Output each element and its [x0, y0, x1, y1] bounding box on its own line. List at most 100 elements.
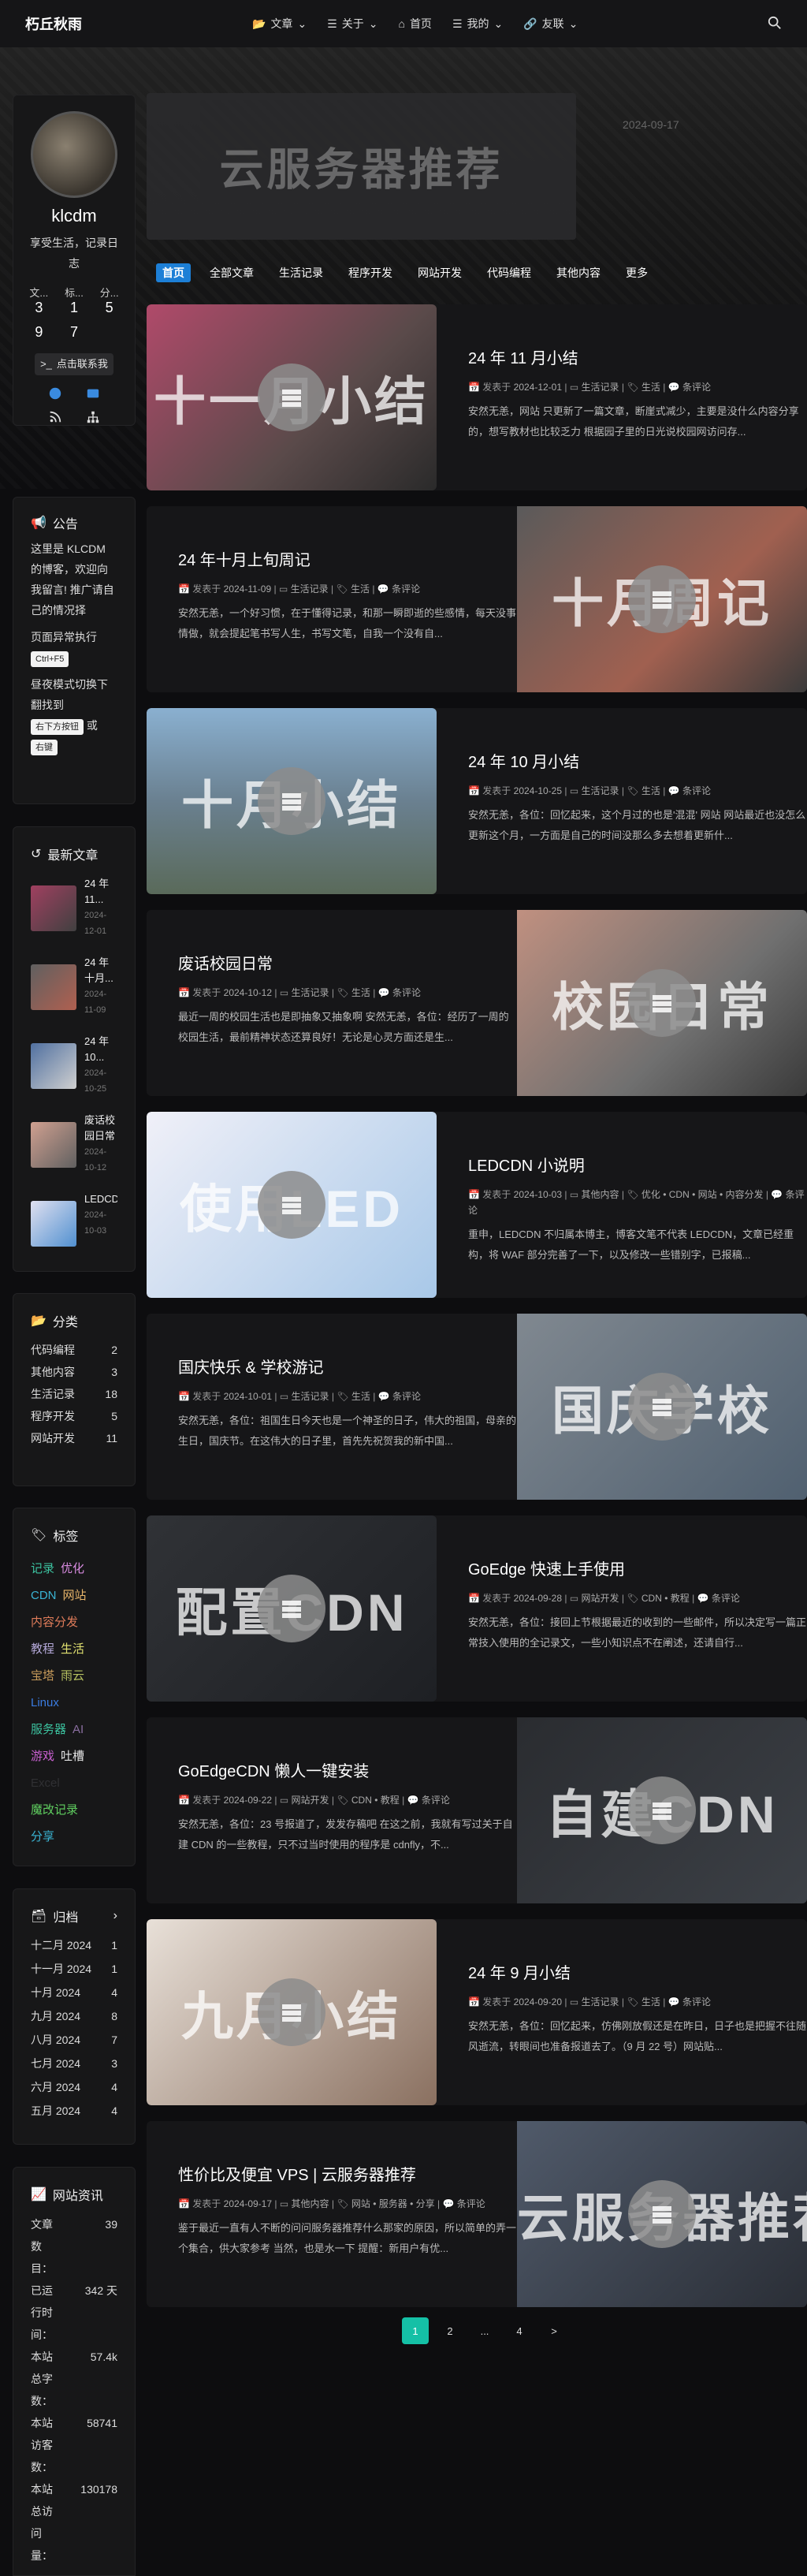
avatar[interactable]	[31, 111, 117, 198]
post-category[interactable]: 生活记录	[292, 1391, 329, 1402]
recent-post-item[interactable]: 废话校园日常 2024-10-12	[31, 1113, 117, 1179]
tag-item[interactable]: 内容分发	[31, 1616, 78, 1629]
post-tags[interactable]: 网站 • 服务器 • 分享	[351, 2198, 435, 2209]
page-2[interactable]: ...	[471, 2317, 498, 2344]
page-3[interactable]: 4	[506, 2317, 533, 2344]
tab-2[interactable]: 生活记录	[273, 263, 329, 282]
post-category[interactable]: 生活记录	[582, 382, 619, 393]
stat-item[interactable]: 分... 5	[91, 285, 127, 316]
post-cover-image[interactable]: 十一月小结	[147, 304, 437, 490]
post-cover-image[interactable]: 配置CDN	[147, 1515, 437, 1702]
recent-post-item[interactable]: 24 年 10... 2024-10-25	[31, 1034, 117, 1100]
page-1[interactable]: 2	[437, 2317, 463, 2344]
tag-item[interactable]: 生活	[61, 1642, 84, 1656]
post-category[interactable]: 生活记录	[292, 987, 329, 998]
post-comments[interactable]: 条评论	[392, 987, 421, 998]
category-item[interactable]: 生活记录 18	[31, 1384, 117, 1404]
post-card[interactable]: 使用LED LEDCDN 小说明 📅 发表于 2024-10-03 | ▭ 其他内容…	[147, 1112, 807, 1298]
post-tags[interactable]: 生活	[351, 987, 370, 998]
tag-item[interactable]: 雨云	[61, 1669, 84, 1683]
stat-item[interactable]: 7	[57, 324, 92, 341]
post-cover-image[interactable]: 十月周记	[517, 506, 807, 692]
post-title[interactable]: 废话校园日常	[178, 951, 517, 974]
stat-item[interactable]: 标... 1	[57, 285, 92, 316]
nav-item-3[interactable]: ☰ 我的 ⌄	[452, 16, 503, 32]
mail-icon[interactable]	[86, 386, 100, 401]
post-tags[interactable]: CDN • 教程	[642, 1593, 690, 1604]
post-cover-image[interactable]: 九月小结	[147, 1919, 437, 2105]
archive-item[interactable]: 十一月 2024 1	[31, 1957, 117, 1981]
post-cover-image[interactable]: 自建CDN	[517, 1717, 807, 1903]
tab-1[interactable]: 全部文章	[203, 263, 260, 282]
post-tags[interactable]: 生活	[351, 1391, 370, 1402]
post-card[interactable]: 配置CDN GoEdge 快速上手使用 📅 发表于 2024-09-28 | ▭ 网…	[147, 1515, 807, 1702]
post-category[interactable]: 其他内容	[292, 2198, 329, 2209]
post-comments[interactable]: 条评论	[457, 2198, 485, 2209]
recent-post-item[interactable]: LEDCDN... 2024-10-03	[31, 1191, 117, 1258]
tag-item[interactable]: 宝塔	[31, 1669, 54, 1683]
recent-post-item[interactable]: 24 年 11... 2024-12-01	[31, 876, 117, 942]
post-comments[interactable]: 条评论	[392, 583, 420, 595]
post-tags[interactable]: 生活	[642, 382, 660, 393]
tag-item[interactable]: 优化	[61, 1562, 84, 1575]
tag-item[interactable]: CDN	[31, 1589, 57, 1602]
post-comments[interactable]: 条评论	[392, 1391, 421, 1402]
stat-item[interactable]: 9	[21, 324, 57, 341]
post-cover-image[interactable]: 云服务器推荐	[517, 2121, 807, 2307]
tab-6[interactable]: 其他内容	[550, 263, 607, 282]
category-item[interactable]: 网站开发 11	[31, 1428, 117, 1448]
post-category[interactable]: 生活记录	[582, 785, 619, 796]
archive-item[interactable]: 六月 2024 4	[31, 2075, 117, 2099]
chevron-right-icon[interactable]: ›	[113, 1909, 117, 1923]
archive-item[interactable]: 七月 2024 3	[31, 2052, 117, 2075]
post-title[interactable]: GoEdge 快速上手使用	[468, 1556, 807, 1579]
recent-post-item[interactable]: 24 年十月... 2024-11-09	[31, 955, 117, 1021]
tag-item[interactable]: Linux	[31, 1696, 59, 1709]
post-cover-image[interactable]: 使用LED	[147, 1112, 437, 1298]
nav-item-0[interactable]: 📂 文章 ⌄	[252, 16, 307, 32]
post-comments[interactable]: 条评论	[682, 1996, 711, 2007]
post-title[interactable]: 性价比及便宜 VPS | 云服务器推荐	[178, 2162, 517, 2185]
tag-item[interactable]: 分享	[31, 1830, 54, 1843]
post-card[interactable]: 自建CDNGoEdgeCDN 懒人一键安装 📅 发表于 2024-09-22 | …	[147, 1717, 807, 1903]
post-comments[interactable]: 条评论	[712, 1593, 740, 1604]
archive-item[interactable]: 九月 2024 8	[31, 2004, 117, 2028]
category-item[interactable]: 其他内容 3	[31, 1362, 117, 1382]
post-category[interactable]: 其他内容	[582, 1189, 619, 1200]
post-title[interactable]: 国庆快乐 & 学校游记	[178, 1355, 517, 1377]
archive-item[interactable]: 五月 2024 4	[31, 2099, 117, 2123]
stat-item[interactable]	[91, 324, 127, 341]
archive-item[interactable]: 八月 2024 7	[31, 2028, 117, 2052]
post-tags[interactable]: 生活	[642, 1996, 660, 2007]
post-card[interactable]: 十一月小结 24 年 11 月小结 📅 发表于 2024-12-01 | ▭ 生活记…	[147, 304, 807, 490]
tag-item[interactable]: 网站	[63, 1589, 87, 1602]
post-category[interactable]: 生活记录	[291, 583, 329, 595]
post-cover-image[interactable]: 校园日常	[517, 910, 807, 1096]
tag-item[interactable]: 游戏	[31, 1750, 54, 1763]
tab-7[interactable]: 更多	[619, 263, 654, 282]
post-comments[interactable]: 条评论	[422, 1795, 450, 1806]
stat-item[interactable]: 文... 3	[21, 285, 57, 316]
github-icon[interactable]	[48, 386, 62, 401]
tag-item[interactable]: 记录	[31, 1562, 54, 1575]
tab-0[interactable]: 首页	[156, 263, 191, 282]
post-title[interactable]: 24 年十月上旬周记	[178, 547, 517, 570]
nav-item-4[interactable]: 🔗 友联 ⌄	[523, 16, 578, 32]
post-title[interactable]: 24 年 9 月小结	[468, 1960, 807, 1983]
tag-item[interactable]: 服务器	[31, 1723, 66, 1736]
post-category[interactable]: 网站开发	[292, 1795, 329, 1806]
category-item[interactable]: 程序开发 5	[31, 1406, 117, 1426]
page-0[interactable]: 1	[402, 2317, 429, 2344]
tag-item[interactable]: AI	[73, 1723, 84, 1736]
post-card[interactable]: 国庆学校国庆快乐 & 学校游记 📅 发表于 2024-10-01 | ▭ 生活记录…	[147, 1314, 807, 1500]
page-4[interactable]: >	[541, 2317, 567, 2344]
post-title[interactable]: 24 年 10 月小结	[468, 749, 807, 772]
post-tags[interactable]: 生活	[351, 583, 370, 595]
post-tags[interactable]: 优化 • CDN • 网站 • 内容分发	[642, 1189, 764, 1200]
post-comments[interactable]: 条评论	[682, 382, 711, 393]
archive-item[interactable]: 十二月 2024 1	[31, 1933, 117, 1957]
featured-post[interactable]: 云服务器推荐	[147, 93, 576, 240]
sitemap-icon[interactable]	[86, 410, 100, 424]
tab-4[interactable]: 网站开发	[411, 263, 468, 282]
rss-icon[interactable]	[48, 410, 62, 424]
